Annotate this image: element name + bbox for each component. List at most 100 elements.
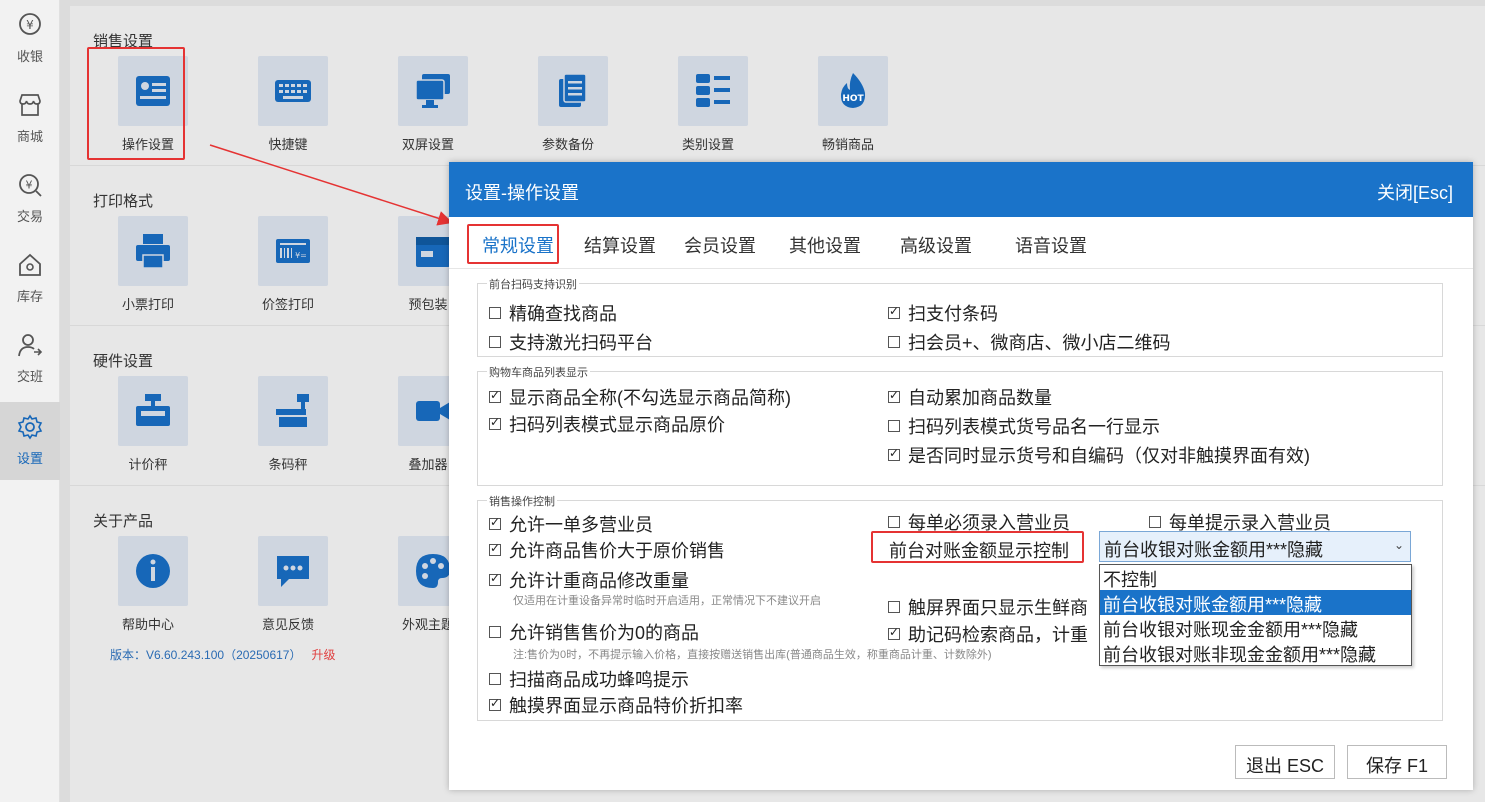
checkbox[interactable] bbox=[888, 336, 900, 348]
tile-bestseller[interactable]: HOT 畅销商品 bbox=[793, 56, 903, 156]
amount-control-select[interactable]: 前台收银对账金额用***隐藏 ⌄ bbox=[1099, 531, 1411, 562]
hint-zero-price: 注:售价为0时，不再提示输入价格，直接按赠送销售出库(普通商品生效，称重商品计重… bbox=[513, 649, 992, 661]
nav-item-shift[interactable]: 交班 bbox=[0, 320, 60, 398]
tile-label: 条码秤 bbox=[268, 457, 308, 472]
checkbox[interactable] bbox=[489, 541, 501, 556]
option-auto-accumulate[interactable]: 自动累加商品数量 bbox=[888, 384, 1052, 410]
select-option[interactable]: 前台收银对账非现金金额用***隐藏 bbox=[1100, 640, 1411, 665]
tile-category-settings[interactable]: 类别设置 bbox=[653, 56, 763, 156]
select-option[interactable]: 前台收银对账现金金额用***隐藏 bbox=[1100, 615, 1411, 640]
option-modify-weight[interactable]: 允许计重商品修改重量 bbox=[489, 567, 689, 593]
nav-label: 交班 bbox=[16, 369, 43, 384]
tile-label: 帮助中心 bbox=[121, 617, 174, 632]
select-option[interactable]: 前台收银对账金额用***隐藏 bbox=[1100, 590, 1411, 615]
checkbox[interactable] bbox=[489, 336, 501, 348]
svg-text:¥: ¥ bbox=[26, 18, 34, 32]
option-laser-scan[interactable]: 支持激光扫码平台 bbox=[489, 329, 653, 355]
chevron-down-icon: ⌄ bbox=[1393, 538, 1404, 552]
option-touch-fresh-only[interactable]: 触屏界面只显示生鲜商 bbox=[888, 594, 1088, 620]
checkbox[interactable] bbox=[888, 446, 900, 461]
nav-item-store[interactable]: 商城 bbox=[0, 80, 60, 158]
keyboard-icon bbox=[275, 80, 311, 102]
tile-label: 畅销商品 bbox=[821, 137, 874, 152]
checkbox[interactable] bbox=[888, 516, 900, 528]
option-full-name[interactable]: 显示商品全称(不勾选显示商品简称) bbox=[489, 384, 791, 410]
tile-label: 参数备份 bbox=[541, 137, 594, 152]
option-scan-member-qr[interactable]: 扫会员+、微商店、微小店二维码 bbox=[888, 329, 1171, 355]
hot-badge: HOT bbox=[842, 94, 864, 104]
checkbox[interactable] bbox=[888, 420, 900, 432]
checkbox[interactable] bbox=[489, 696, 501, 711]
tab-voice[interactable]: 语音设置 bbox=[1015, 232, 1087, 258]
checkbox[interactable] bbox=[489, 673, 501, 685]
tile-barcode-scale[interactable]: 条码秤 bbox=[233, 376, 343, 476]
hot-flame-icon: HOT bbox=[840, 73, 866, 108]
nav-label: 交易 bbox=[16, 209, 43, 224]
tile-label: 快捷键 bbox=[268, 137, 308, 152]
option-mnemonic-search[interactable]: 助记码检索商品，计重 bbox=[888, 621, 1088, 647]
checkbox[interactable] bbox=[888, 601, 900, 613]
group-legend: 前台扫码支持识别 bbox=[487, 276, 579, 292]
version-text: 版本：V6.60.243.100（20250617） bbox=[110, 648, 302, 662]
checkbox[interactable] bbox=[489, 415, 501, 430]
nav-label: 设置 bbox=[16, 451, 43, 466]
exit-button[interactable]: 退出 ESC bbox=[1235, 745, 1335, 779]
group-legend: 购物车商品列表显示 bbox=[487, 364, 590, 380]
operation-settings-icon bbox=[136, 76, 170, 106]
tab-other[interactable]: 其他设置 bbox=[789, 232, 861, 258]
barcode-scale-icon bbox=[276, 394, 309, 427]
checkbox[interactable] bbox=[489, 515, 501, 530]
tile-help-center[interactable]: 帮助中心 bbox=[93, 536, 203, 636]
option-show-discount-rate[interactable]: 触摸界面显示商品特价折扣率 bbox=[489, 692, 743, 718]
checkbox[interactable] bbox=[489, 307, 501, 319]
checkbox[interactable] bbox=[888, 625, 900, 640]
option-price-above-original[interactable]: 允许商品售价大于原价销售 bbox=[489, 537, 725, 563]
checkbox[interactable] bbox=[888, 304, 900, 319]
option-exact-find[interactable]: 精确查找商品 bbox=[489, 300, 617, 326]
option-show-code-both[interactable]: 是否同时显示货号和自编码（仅对非触摸界面有效) bbox=[888, 442, 1310, 468]
tile-param-backup[interactable]: 参数备份 bbox=[513, 56, 623, 156]
section-sales: 销售设置 操作设置 快捷键 双屏设置 参数备份 类别设置 HOT 畅销商品 bbox=[70, 6, 1485, 166]
tab-settlement[interactable]: 结算设置 bbox=[584, 232, 656, 258]
close-button[interactable]: 关闭[Esc] bbox=[1377, 179, 1453, 205]
upgrade-link[interactable]: 升级 bbox=[311, 648, 335, 662]
tab-advanced[interactable]: 高级设置 bbox=[900, 232, 972, 258]
checkbox[interactable] bbox=[489, 626, 501, 638]
option-show-original-price[interactable]: 扫码列表模式显示商品原价 bbox=[489, 411, 725, 437]
tile-dual-screen[interactable]: 双屏设置 bbox=[373, 56, 483, 156]
checkbox[interactable] bbox=[888, 388, 900, 403]
option-require-salesperson[interactable]: 每单必须录入营业员 bbox=[888, 509, 1070, 535]
option-one-line-display[interactable]: 扫码列表模式货号品名一行显示 bbox=[888, 413, 1160, 439]
package-icon bbox=[416, 237, 450, 267]
select-value: 前台收银对账金额用***隐藏 bbox=[1104, 540, 1324, 560]
cashier-coin-icon: ¥ bbox=[19, 13, 41, 35]
option-multi-salesperson[interactable]: 允许一单多营业员 bbox=[489, 511, 653, 537]
option-scan-pay-code[interactable]: 扫支付条码 bbox=[888, 300, 998, 326]
tab-member[interactable]: 会员设置 bbox=[684, 232, 756, 258]
save-button[interactable]: 保存 F1 bbox=[1347, 745, 1447, 779]
nav-item-trade[interactable]: ¥ 交易 bbox=[0, 160, 60, 238]
nav-item-stock[interactable]: 库存 bbox=[0, 240, 60, 318]
tile-feedback[interactable]: 意见反馈 bbox=[233, 536, 343, 636]
checkbox[interactable] bbox=[489, 571, 501, 586]
tab-bar: 常规设置 结算设置 会员设置 其他设置 高级设置 语音设置 bbox=[449, 217, 1473, 269]
tile-price-tag-print[interactable]: ¥= 价签打印 bbox=[233, 216, 343, 316]
checkbox[interactable] bbox=[1149, 516, 1161, 528]
dialog-title: 设置-操作设置 bbox=[465, 183, 579, 203]
tile-receipt-print[interactable]: 小票打印 bbox=[93, 216, 203, 316]
tile-label: 双屏设置 bbox=[401, 137, 454, 152]
operation-settings-dialog: 设置-操作设置 关闭[Esc] 常规设置 结算设置 会员设置 其他设置 高级设置… bbox=[449, 162, 1473, 790]
printer-icon bbox=[136, 234, 170, 269]
tile-label: 计价秤 bbox=[128, 457, 168, 472]
option-beep-on-scan[interactable]: 扫描商品成功蜂鸣提示 bbox=[489, 666, 689, 692]
checkbox[interactable] bbox=[489, 388, 501, 403]
tab-general[interactable]: 常规设置 bbox=[482, 232, 554, 258]
tile-price-scale[interactable]: 计价秤 bbox=[93, 376, 203, 476]
tile-operation-settings[interactable]: 操作设置 bbox=[93, 56, 203, 156]
nav-item-cashier[interactable]: ¥ 收银 bbox=[0, 0, 60, 78]
tile-shortcut-keys[interactable]: 快捷键 bbox=[233, 56, 343, 156]
nav-item-settings[interactable]: 设置 bbox=[0, 402, 60, 480]
nav-label: 库存 bbox=[16, 289, 43, 304]
option-zero-price[interactable]: 允许销售售价为0的商品 bbox=[489, 619, 699, 645]
select-option[interactable]: 不控制 bbox=[1100, 565, 1411, 590]
